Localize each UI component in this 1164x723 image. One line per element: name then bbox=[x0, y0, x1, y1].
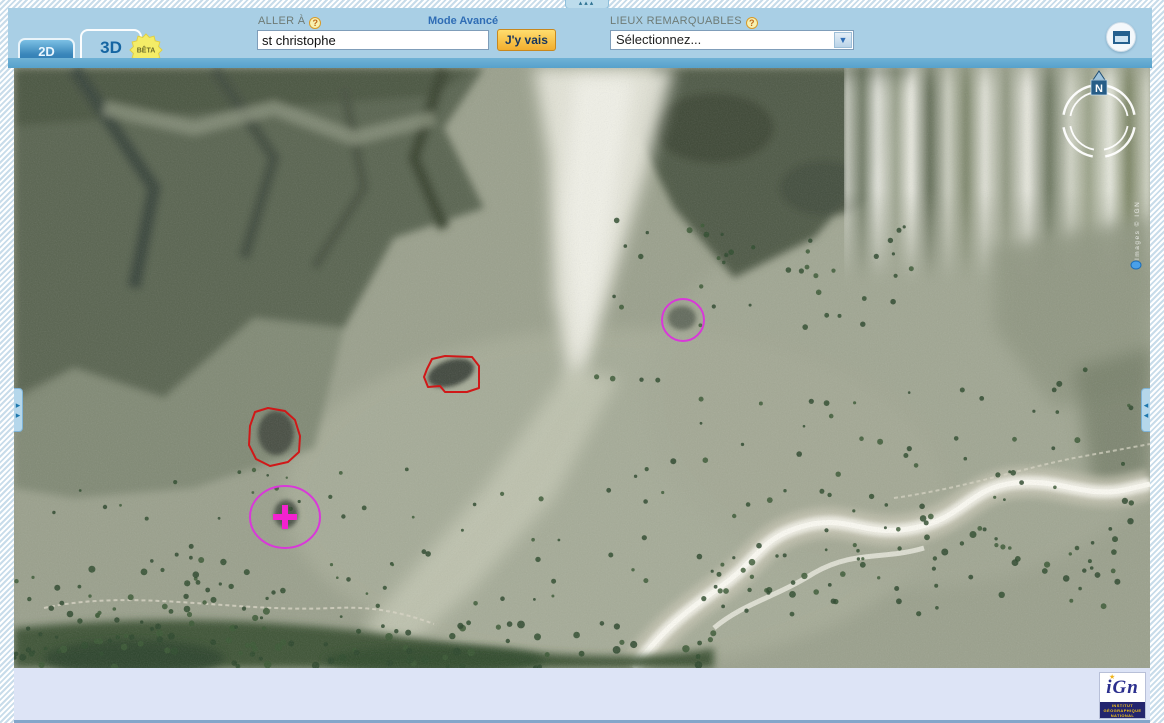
toolbar: 2D 3D BÊTA ALLER À? Mode Avancé J'y vais… bbox=[8, 8, 1152, 58]
beta-badge-label: BÊTA bbox=[137, 46, 156, 55]
window-view-button[interactable] bbox=[1106, 22, 1136, 52]
goto-help-icon[interactable]: ? bbox=[309, 17, 321, 29]
chevron-right-icon: ▸ bbox=[16, 400, 21, 410]
map-viewport[interactable]: N Images © IGN bbox=[14, 68, 1150, 668]
advanced-mode-link[interactable]: Mode Avancé bbox=[428, 15, 498, 27]
goto-label: ALLER À? bbox=[258, 15, 321, 29]
places-label-text: LIEUX REMARQUABLES bbox=[610, 15, 742, 27]
tab-2d-label: 2D bbox=[38, 44, 55, 59]
goto-input[interactable] bbox=[257, 30, 489, 50]
zoom-slider-handle[interactable] bbox=[1131, 261, 1141, 269]
goto-label-text: ALLER À bbox=[258, 15, 305, 27]
pan-left-tab[interactable]: ▸ ▸ bbox=[14, 388, 23, 432]
go-button[interactable]: J'y vais bbox=[497, 29, 556, 51]
toolbar-bottom-strip bbox=[8, 58, 1152, 68]
tab-3d-label: 3D bbox=[100, 38, 122, 57]
ign-band-line: NATIONAL bbox=[1100, 713, 1145, 718]
collapse-arrows-icon: ▴▴▴ bbox=[579, 0, 596, 7]
chevron-down-icon[interactable]: ▼ bbox=[834, 32, 852, 48]
chevron-right-icon: ▸ bbox=[16, 410, 21, 420]
aerial-terrain: N Images © IGN bbox=[14, 68, 1150, 668]
footer-bar: ★ iGn INSTITUT GÉOGRAPHIQUE NATIONAL bbox=[14, 668, 1150, 720]
geoportail-3d-app: ▴▴▴ 2D 3D BÊTA ALLER À? Mode Avancé J'y … bbox=[0, 0, 1164, 723]
ign-logo[interactable]: ★ iGn INSTITUT GÉOGRAPHIQUE NATIONAL bbox=[1099, 672, 1146, 719]
places-help-icon[interactable]: ? bbox=[746, 17, 758, 29]
chevron-left-icon: ◂ bbox=[1144, 410, 1149, 420]
chevron-left-icon: ◂ bbox=[1144, 400, 1149, 410]
star-icon: ★ bbox=[1109, 673, 1115, 681]
copyright-watermark: Images © IGN bbox=[1133, 201, 1141, 260]
compass-north-label: N bbox=[1095, 83, 1103, 95]
ign-logo-top: ★ iGn bbox=[1100, 673, 1145, 702]
places-select[interactable]: Sélectionnez... ▼ bbox=[610, 30, 854, 50]
places-select-value: Sélectionnez... bbox=[616, 32, 701, 47]
pan-right-tab[interactable]: ◂ ◂ bbox=[1141, 388, 1150, 432]
ign-logo-band: INSTITUT GÉOGRAPHIQUE NATIONAL bbox=[1100, 702, 1145, 718]
window-icon bbox=[1113, 31, 1130, 44]
places-label: LIEUX REMARQUABLES? bbox=[610, 15, 758, 29]
